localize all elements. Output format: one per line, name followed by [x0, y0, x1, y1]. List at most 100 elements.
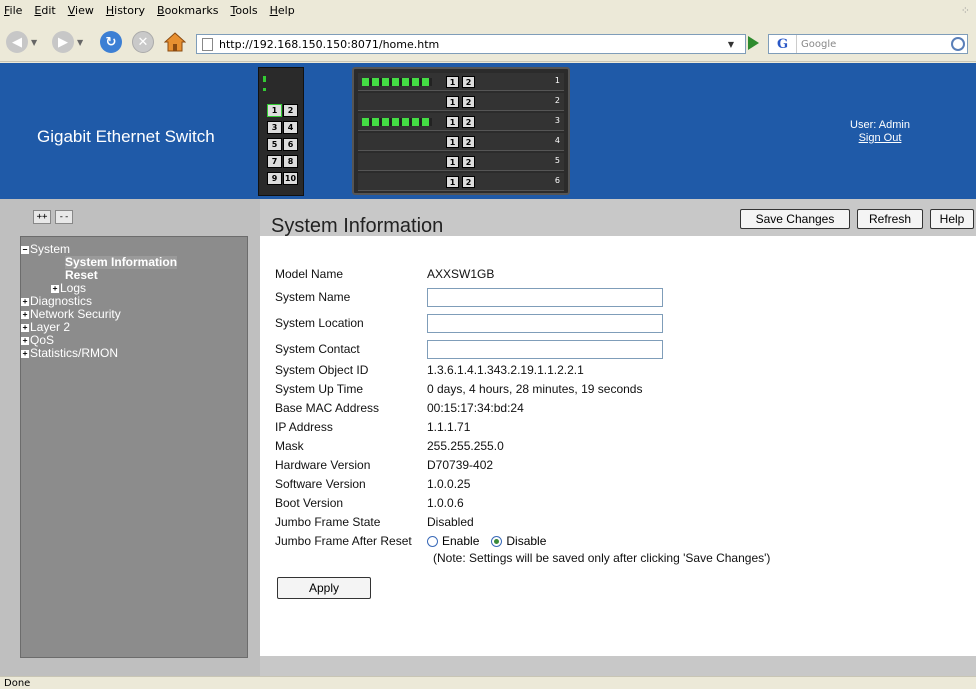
menu-bookmarks[interactable]: Bookmarks	[157, 4, 218, 17]
expand-icon[interactable]: +	[51, 284, 59, 293]
chassis-port[interactable]: 2	[462, 96, 475, 108]
user-label: User: Admin	[850, 119, 910, 131]
disable-radio[interactable]	[491, 535, 503, 547]
chassis-port[interactable]: 1	[446, 156, 459, 168]
address-bar[interactable]: http://192.168.150.150:8071/home.htm	[196, 34, 746, 54]
url-text: http://192.168.150.150:8071/home.htm	[219, 37, 440, 51]
user-area: User: Admin Sign Out	[840, 119, 920, 144]
menu-view[interactable]: View	[68, 4, 94, 17]
brand-title: Gigabit Ethernet Switch	[37, 127, 215, 146]
up-time-label: System Up Time	[275, 382, 364, 396]
port-2[interactable]: 2	[283, 104, 298, 117]
home-button[interactable]	[164, 30, 186, 54]
boot-version-value: 1.0.0.6	[427, 496, 464, 510]
reload-icon: ↻	[100, 31, 122, 53]
sign-out-link[interactable]: Sign Out	[840, 132, 920, 144]
system-location-input[interactable]	[427, 313, 663, 333]
tree-node-statistics-rmon[interactable]: + Statistics/RMON	[21, 347, 247, 360]
forward-button[interactable]: ▶ ▼	[52, 30, 83, 54]
expand-all-button[interactable]: ++	[33, 210, 51, 224]
apply-button[interactable]: Apply	[277, 577, 371, 599]
stop-button[interactable]: ✕	[132, 30, 154, 54]
system-information-form: Model Name AXXSW1GB System Name System L…	[262, 236, 976, 656]
mac-value: 00:15:17:34:bd:24	[427, 401, 524, 415]
toolbar-grip-icon: ⁘	[960, 4, 970, 17]
save-changes-button[interactable]: Save Changes	[740, 209, 850, 229]
chassis-port[interactable]: 1	[446, 116, 459, 128]
menu-tools[interactable]: Tools	[230, 4, 257, 17]
disable-option[interactable]: Disable	[491, 534, 546, 548]
menu-file[interactable]: File	[4, 4, 22, 17]
port-10[interactable]: 10	[283, 172, 298, 185]
port-6[interactable]: 6	[283, 138, 298, 151]
object-id-value: 1.3.6.1.4.1.343.2.19.1.1.2.2.1	[427, 363, 584, 377]
chassis-port[interactable]: 2	[462, 176, 475, 188]
jumbo-state-row: Jumbo Frame State Disabled	[275, 514, 965, 530]
system-contact-input[interactable]	[427, 339, 663, 359]
refresh-button[interactable]: Refresh	[857, 209, 923, 229]
system-name-input[interactable]	[427, 287, 663, 307]
chassis-port[interactable]: 2	[462, 156, 475, 168]
row-number: 2	[554, 96, 560, 105]
help-button[interactable]: Help	[930, 209, 974, 229]
hardware-version-value: D70739-402	[427, 458, 494, 472]
chassis-row: 1 2 5	[358, 153, 564, 171]
chassis-row: 1 2 1	[358, 73, 564, 91]
port-5[interactable]: 5	[267, 138, 282, 151]
collapse-all-button[interactable]: --	[55, 210, 73, 224]
mask-label: Mask	[275, 439, 304, 453]
mask-value: 255.255.255.0	[427, 439, 504, 453]
search-engine-icon[interactable]: G	[769, 35, 797, 53]
chassis-port[interactable]: 1	[446, 96, 459, 108]
row-number: 3	[554, 116, 560, 125]
chassis-port[interactable]: 1	[446, 176, 459, 188]
tree-node-system-information[interactable]: System Information	[21, 256, 247, 269]
tree-node-label: System	[30, 242, 71, 256]
search-icon[interactable]	[951, 37, 965, 51]
menu-edit[interactable]: Edit	[34, 4, 55, 17]
collapse-icon[interactable]: −	[21, 245, 29, 254]
save-note: (Note: Settings will be saved only after…	[433, 551, 771, 565]
port-7[interactable]: 7	[267, 155, 282, 168]
port-4[interactable]: 4	[283, 121, 298, 134]
expand-icon[interactable]: +	[21, 336, 29, 345]
back-button[interactable]: ◀ ▼	[6, 30, 37, 54]
navigation-tree: − System System Information Reset + Logs +…	[20, 236, 248, 658]
menu-help[interactable]: Help	[270, 4, 295, 17]
home-icon	[164, 32, 186, 52]
navigation-toolbar: ◀ ▼ ▶ ▼ ↻ ✕ http://192.168.150.150:8071/…	[0, 20, 976, 62]
port-1[interactable]: 1	[267, 104, 282, 117]
port-3[interactable]: 3	[267, 121, 282, 134]
disable-label: Disable	[506, 534, 547, 548]
enable-option[interactable]: Enable	[427, 534, 479, 548]
menu-history[interactable]: History	[106, 4, 145, 17]
tree-node-reset[interactable]: Reset	[21, 269, 247, 282]
expand-icon[interactable]: +	[21, 323, 29, 332]
go-icon[interactable]	[748, 36, 759, 50]
tree-node-layer-2[interactable]: + Layer 2	[21, 321, 247, 334]
mac-row: Base MAC Address 00:15:17:34:bd:24	[275, 400, 965, 416]
expand-icon[interactable]: +	[21, 297, 29, 306]
search-box[interactable]: G Google	[768, 34, 968, 54]
reload-button[interactable]: ↻	[100, 30, 122, 54]
port-8[interactable]: 8	[283, 155, 298, 168]
back-dropdown-icon[interactable]: ▼	[31, 38, 37, 47]
ip-label: IP Address	[275, 420, 333, 434]
chassis-port[interactable]: 2	[462, 76, 475, 88]
enable-radio[interactable]	[427, 535, 438, 547]
forward-dropdown-icon[interactable]: ▼	[77, 38, 83, 47]
boot-version-label: Boot Version	[275, 496, 344, 510]
url-history-dropdown-icon[interactable]: ▼	[722, 34, 740, 54]
tree-toolbar: ++ --	[0, 199, 260, 236]
expand-icon[interactable]: +	[21, 310, 29, 319]
chassis-leds	[362, 78, 432, 86]
chassis-port[interactable]: 1	[446, 76, 459, 88]
expand-icon[interactable]: +	[21, 349, 29, 358]
chassis-leds	[362, 118, 432, 126]
model-name-label: Model Name	[275, 267, 344, 281]
chassis-port[interactable]: 2	[462, 116, 475, 128]
port-9[interactable]: 9	[267, 172, 282, 185]
object-id-row: System Object ID 1.3.6.1.4.1.343.2.19.1.…	[275, 362, 965, 378]
chassis-port[interactable]: 1	[446, 136, 459, 148]
chassis-port[interactable]: 2	[462, 136, 475, 148]
